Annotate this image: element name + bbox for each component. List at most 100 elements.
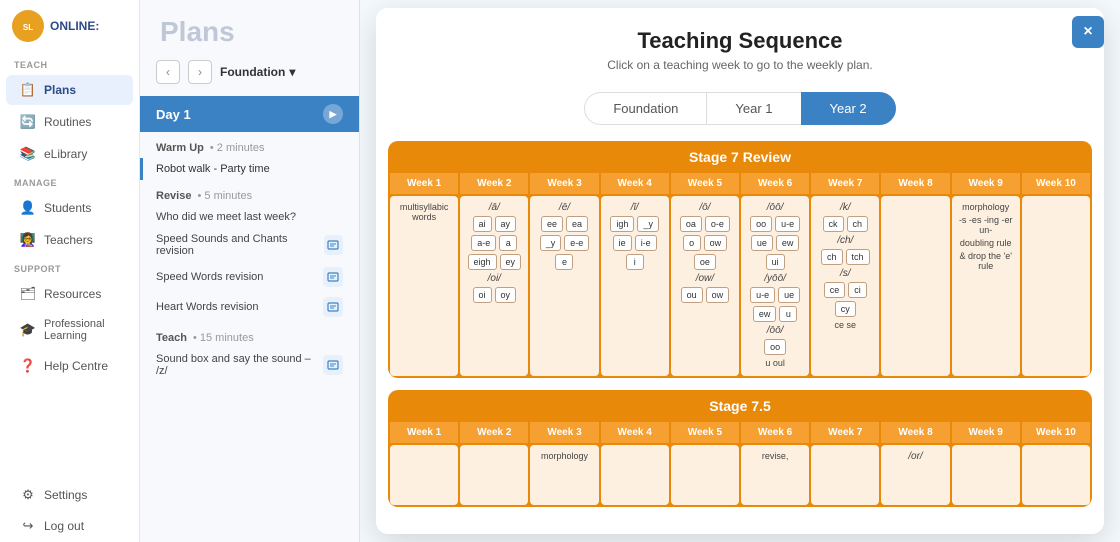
stage7-week4-cell[interactable]: /ī/ igh _y ie i-e i [601, 196, 669, 376]
plan-item-robot-walk[interactable]: Robot walk - Party time [140, 158, 359, 180]
manage-section-label: MANAGE [0, 170, 139, 192]
week-8-header[interactable]: Week 8 [881, 173, 949, 194]
stage7-week3-cell[interactable]: /ē/ ee ea _y e-e e [530, 196, 598, 376]
sound-ui: ui [766, 254, 785, 270]
stage7-week2-cell[interactable]: /ā/ ai ay a-e a eigh ey /o [460, 196, 528, 376]
sound-ow2: ow [706, 287, 730, 303]
s75-week6[interactable]: revise, [741, 445, 809, 505]
phoneme-o: /ō/ [699, 202, 710, 213]
svg-text:SL: SL [23, 23, 33, 32]
sidebar-item-elibrary[interactable]: 📚 eLibrary [6, 139, 133, 169]
s75-week-6-header[interactable]: Week 6 [741, 422, 809, 443]
phoneme-ow: /ow/ [696, 273, 714, 284]
sidebar-item-routines[interactable]: 🔄 Routines [6, 107, 133, 137]
week-1-header[interactable]: Week 1 [390, 173, 458, 194]
s75-week-3-header[interactable]: Week 3 [530, 422, 598, 443]
s75-week4[interactable] [601, 445, 669, 505]
close-button[interactable]: × [1072, 16, 1104, 48]
week-7-header[interactable]: Week 7 [811, 173, 879, 194]
sound-u-e: u-e [775, 216, 800, 232]
phoneme-e: /ē/ [559, 202, 570, 213]
modal-subtitle: Click on a teaching week to go to the we… [400, 58, 1080, 72]
next-arrow[interactable]: › [188, 60, 212, 84]
week-5-header[interactable]: Week 5 [671, 173, 739, 194]
s75-week-1-header[interactable]: Week 1 [390, 422, 458, 443]
sound-row-ee-ea: ee ea [541, 216, 588, 232]
week-6-header[interactable]: Week 6 [741, 173, 809, 194]
s75-week-2-header[interactable]: Week 2 [460, 422, 528, 443]
stage7-week6-cell[interactable]: /ōō/ oo u-e ue ew ui /yōō/ u-e ue ew [741, 196, 809, 376]
stage7-week1-cell[interactable]: multisyllabic words [390, 196, 458, 376]
elibrary-icon: 📚 [20, 146, 36, 162]
week-10-header[interactable]: Week 10 [1022, 173, 1090, 194]
plan-item-speed-words[interactable]: Speed Words revision [140, 262, 359, 292]
tab-foundation[interactable]: Foundation [584, 92, 707, 125]
sidebar-item-plans[interactable]: 📋 Plans [6, 75, 133, 105]
s75-week-8-header[interactable]: Week 8 [881, 422, 949, 443]
sidebar: SL ONLINE: TEACH 📋 Plans 🔄 Routines 📚 eL… [0, 0, 140, 542]
stage7-week7-cell[interactable]: /k/ ck ch /ch/ ch tch /s/ ce [811, 196, 879, 376]
s75-week9[interactable] [952, 445, 1020, 505]
week-9-header[interactable]: Week 9 [952, 173, 1020, 194]
sound-e2: e [555, 254, 573, 270]
students-icon: 👤 [20, 200, 36, 216]
stage7-week5-cell[interactable]: /ō/ oa o-e o ow oe /ow/ ou [671, 196, 739, 376]
phoneme-oo: /ōō/ [767, 202, 784, 213]
sidebar-item-settings-label: Settings [44, 488, 87, 502]
s75-week5[interactable] [671, 445, 739, 505]
sound-box-badge [323, 355, 343, 375]
support-section-label: SUPPORT [0, 256, 139, 278]
s75-week-7-header[interactable]: Week 7 [811, 422, 879, 443]
tab-year2[interactable]: Year 2 [801, 92, 896, 125]
s75-week-10-header[interactable]: Week 10 [1022, 422, 1090, 443]
sound-row-y-ee: _y e-e [540, 235, 590, 251]
s75-week-5-header[interactable]: Week 5 [671, 422, 739, 443]
sound-row-ue-ew: u-e ue ew u [745, 287, 805, 322]
s75-week1[interactable] [390, 445, 458, 505]
plan-item-sound-box[interactable]: Sound box and say the sound – /z/ [140, 348, 359, 382]
plan-item-speed-sounds[interactable]: Speed Sounds and Chants revision [140, 228, 359, 262]
stage7-week9-cell[interactable]: morphology -s -es -ing -er un- doubling … [952, 196, 1020, 376]
prev-arrow[interactable]: ‹ [156, 60, 180, 84]
week-3-header[interactable]: Week 3 [530, 173, 598, 194]
sound-row-oi-oy: oi oy [473, 287, 517, 303]
sound-ew2: ew [753, 306, 777, 322]
play-button[interactable]: ▶ [323, 104, 343, 124]
sidebar-bottom: ⚙ Settings ↪ Log out [0, 479, 139, 542]
s75-week3[interactable]: morphology [530, 445, 598, 505]
sidebar-item-students[interactable]: 👤 Students [6, 193, 133, 223]
sidebar-item-logout[interactable]: ↪ Log out [6, 511, 133, 541]
sound-row-ch-tch: ch tch [821, 249, 870, 265]
sidebar-item-resources-label: Resources [44, 287, 101, 301]
sidebar-item-resources[interactable]: 🗂 Resources [6, 279, 133, 309]
stage7-week10-cell[interactable] [1022, 196, 1090, 376]
week-2-header[interactable]: Week 2 [460, 173, 528, 194]
tab-year1[interactable]: Year 1 [707, 92, 800, 125]
phoneme-k: /k/ [840, 202, 851, 213]
sidebar-item-settings[interactable]: ⚙ Settings [6, 480, 133, 510]
s75-week-9-header[interactable]: Week 9 [952, 422, 1020, 443]
s75-week-4-header[interactable]: Week 4 [601, 422, 669, 443]
sound-row-oa-oe: oa o-e [680, 216, 730, 232]
stage-75-header: Stage 7.5 [388, 390, 1092, 422]
multisyllabic-label: multisyllabic words [394, 202, 454, 222]
plan-item-heart-words[interactable]: Heart Words revision [140, 292, 359, 322]
sidebar-item-elibrary-label: eLibrary [44, 147, 87, 161]
s75-week10[interactable] [1022, 445, 1090, 505]
suffixes-label: -s -es -ing -er un- [956, 215, 1016, 235]
sidebar-item-professional-learning-label: Professional Learning [44, 318, 119, 342]
stage-7-content: multisyllabic words /ā/ ai ay a-e a [388, 196, 1092, 378]
s75-morphology: morphology [541, 451, 588, 461]
stage7-week8-cell[interactable] [881, 196, 949, 376]
sidebar-item-professional-learning[interactable]: 🎓 Professional Learning [6, 311, 133, 349]
sidebar-item-teachers[interactable]: 👩‍🏫 Teachers [6, 225, 133, 255]
sidebar-item-help-centre[interactable]: ❓ Help Centre [6, 351, 133, 381]
plan-item-who-did-we-meet[interactable]: Who did we meet last week? [140, 206, 359, 228]
week-4-header[interactable]: Week 4 [601, 173, 669, 194]
grade-dropdown[interactable]: Foundation ▾ [220, 65, 295, 79]
s75-week7[interactable] [811, 445, 879, 505]
sidebar-item-help-label: Help Centre [44, 359, 108, 373]
s75-week8[interactable]: /or/ [881, 445, 949, 505]
sound-tch: tch [846, 249, 870, 265]
s75-week2[interactable] [460, 445, 528, 505]
